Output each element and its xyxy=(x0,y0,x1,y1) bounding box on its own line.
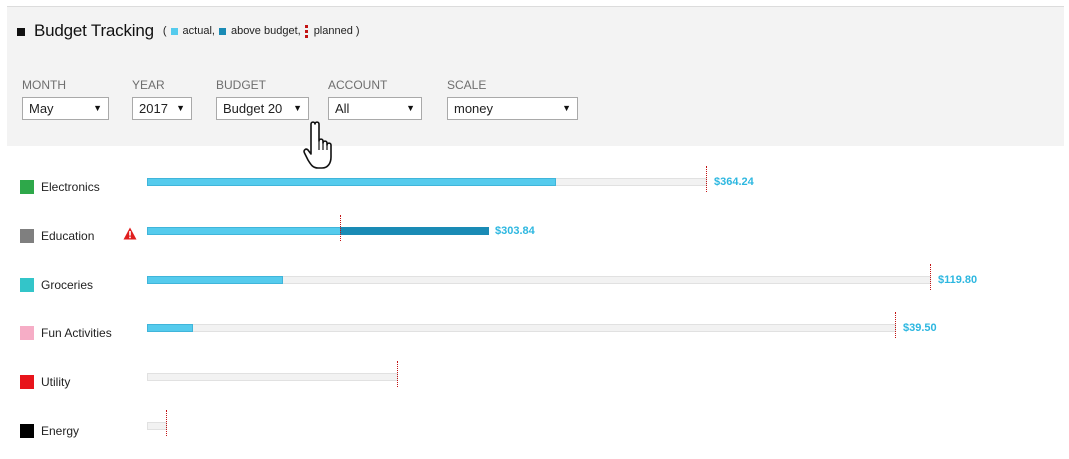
filter-month: MONTH May ▼ xyxy=(22,77,109,120)
category-row-utility: Utility xyxy=(0,361,1069,391)
category-swatch xyxy=(20,375,34,389)
category-row-education: Education $303.84 xyxy=(0,215,1069,245)
filter-label-account: ACCOUNT xyxy=(328,78,388,92)
header: Budget Tracking ( actual, above budget, … xyxy=(17,19,360,43)
category-swatch xyxy=(20,180,34,194)
legend-above-label: above budget, xyxy=(230,25,301,37)
planned-marker xyxy=(397,361,398,387)
filter-label-month: MONTH xyxy=(22,78,66,92)
category-swatch xyxy=(20,326,34,340)
budget-track xyxy=(147,422,167,430)
legend-open: ( xyxy=(162,25,167,37)
filter-label-scale: SCALE xyxy=(447,78,487,92)
category-row-groceries: Groceries $119.80 xyxy=(0,264,1069,294)
scale-select-value: money xyxy=(454,101,494,116)
budget-track xyxy=(147,324,896,332)
planned-marker xyxy=(930,264,931,290)
filter-year: YEAR 2017 ▼ xyxy=(132,77,192,120)
square-icon xyxy=(17,27,25,36)
hand-pointer-icon xyxy=(303,121,332,169)
year-select[interactable]: 2017 ▼ xyxy=(132,97,192,120)
planned-marker xyxy=(706,166,707,192)
budget-select[interactable]: Budget 20 ▼ xyxy=(216,97,309,120)
planned-marker xyxy=(895,312,896,338)
year-select-value: 2017 xyxy=(139,101,168,116)
filter-scale: SCALE money ▼ xyxy=(447,77,578,120)
actual-bar xyxy=(147,324,193,332)
account-select[interactable]: All ▼ xyxy=(328,97,422,120)
budget-track xyxy=(147,373,398,381)
legend-planned-label: planned ) xyxy=(313,25,360,37)
legend-planned-marker xyxy=(304,24,308,38)
category-label: Groceries xyxy=(41,278,94,292)
value-label: $119.80 xyxy=(938,274,978,286)
category-row-electronics: Electronics $364.24 xyxy=(0,166,1069,196)
category-swatch xyxy=(20,278,34,292)
category-label: Electronics xyxy=(41,180,100,194)
caret-down-icon: ▼ xyxy=(293,103,302,113)
value-label: $364.24 xyxy=(714,176,754,188)
legend-actual-swatch xyxy=(170,27,178,35)
category-row-energy: Energy xyxy=(0,410,1069,440)
actual-bar xyxy=(147,276,283,284)
filter-budget: BUDGET Budget 20 ▼ xyxy=(216,77,309,120)
month-select-value: May xyxy=(29,101,54,116)
actual-bar xyxy=(147,227,341,235)
warning-triangle-icon xyxy=(123,227,137,240)
filter-account: ACCOUNT All ▼ xyxy=(328,77,422,120)
month-select[interactable]: May ▼ xyxy=(22,97,109,120)
category-label: Fun Activities xyxy=(41,326,112,340)
actual-bar xyxy=(147,178,556,186)
budget-select-value: Budget 20 xyxy=(223,101,283,116)
caret-down-icon: ▼ xyxy=(93,103,102,113)
filter-label-budget: BUDGET xyxy=(216,78,267,92)
caret-down-icon: ▼ xyxy=(176,103,185,113)
category-swatch xyxy=(20,229,34,243)
value-label: $303.84 xyxy=(495,225,535,237)
legend-above-swatch xyxy=(218,27,226,35)
category-row-fun-activities: Fun Activities $39.50 xyxy=(0,312,1069,342)
category-label: Energy xyxy=(41,424,80,438)
caret-down-icon: ▼ xyxy=(562,103,571,113)
planned-marker xyxy=(340,215,341,241)
planned-marker xyxy=(166,410,167,436)
filter-label-year: YEAR xyxy=(132,78,165,92)
account-select-value: All xyxy=(335,101,350,116)
value-label: $39.50 xyxy=(903,322,937,334)
legend: ( actual, above budget, planned ) xyxy=(162,24,360,38)
legend-actual-label: actual, xyxy=(182,25,215,37)
above-budget-bar xyxy=(340,227,489,235)
category-swatch xyxy=(20,424,34,438)
category-label: Education xyxy=(41,229,95,243)
category-label: Utility xyxy=(41,375,71,389)
page-title: Budget Tracking xyxy=(34,21,154,40)
scale-select[interactable]: money ▼ xyxy=(447,97,578,120)
caret-down-icon: ▼ xyxy=(406,103,415,113)
